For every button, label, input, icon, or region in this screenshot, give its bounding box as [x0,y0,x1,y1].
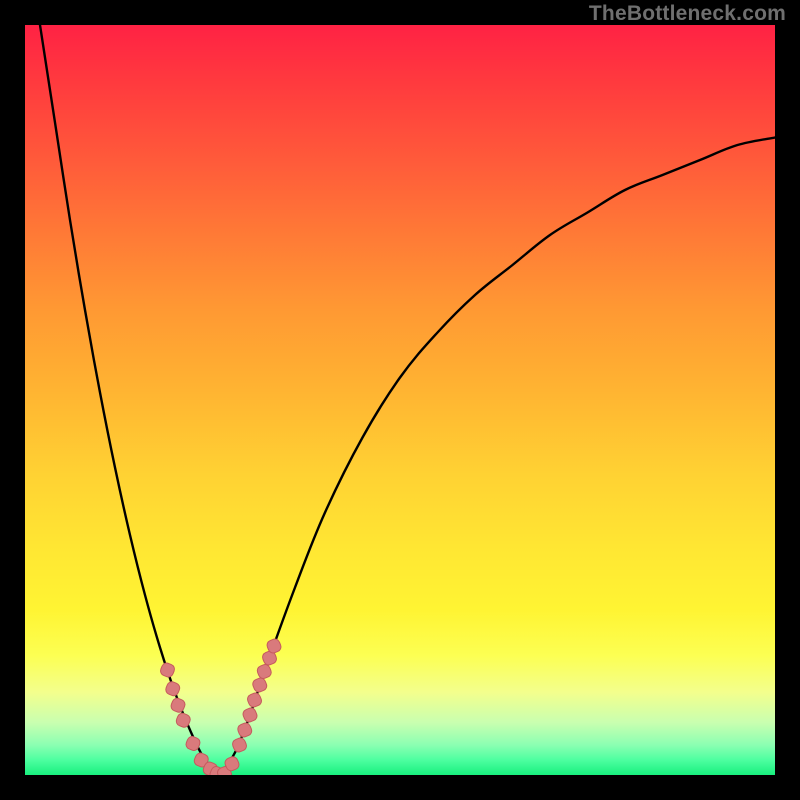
data-marker [256,663,273,680]
outer-frame: TheBottleneck.com [0,0,800,800]
curve-right-branch [220,138,775,776]
chart-svg [25,25,775,775]
data-marker [246,692,263,709]
curve-left-branch [40,25,220,775]
data-marker [170,697,187,714]
data-marker [251,677,268,694]
data-marker [236,722,253,739]
data-markers [159,638,282,775]
data-marker [164,680,181,697]
data-marker [159,662,176,679]
data-marker [242,707,259,724]
data-marker [231,737,248,754]
watermark-label: TheBottleneck.com [589,2,786,26]
